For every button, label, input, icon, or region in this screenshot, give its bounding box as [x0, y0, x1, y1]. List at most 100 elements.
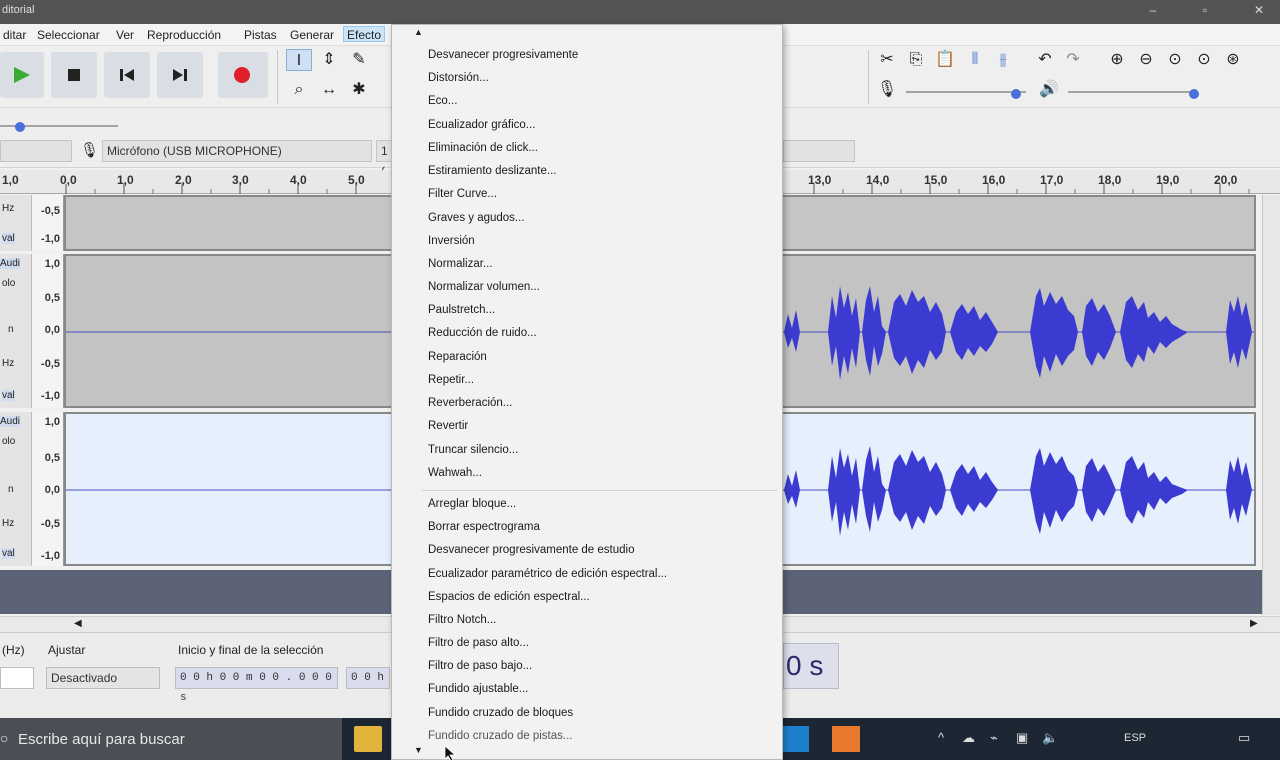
menu-efecto[interactable]: Efecto [343, 26, 386, 42]
menu-item-crossfade-tracks[interactable]: Fundido cruzado de pistas... [428, 730, 572, 742]
track-1-controls[interactable]: Hz val [0, 195, 32, 251]
menu-item-wahwah[interactable]: Wahwah... [428, 467, 482, 479]
selection-tool-icon[interactable]: I [286, 49, 312, 71]
track-3-controls[interactable]: Audi olo n Hz val [0, 412, 32, 566]
menu-item-adjustable-fade[interactable]: Fundido ajustable... [428, 683, 528, 695]
usb-icon[interactable]: ⌁ [990, 730, 998, 746]
search-icon: ○ [0, 730, 9, 746]
project-rate-dropdown[interactable] [0, 667, 34, 689]
envelope-tool-icon[interactable]: ⇕ [316, 49, 342, 71]
menu-item-spectral-delete[interactable]: Borrar espectrograma [428, 521, 540, 533]
selection-end-field[interactable]: 0 0 h [346, 667, 390, 689]
maximize-icon[interactable]: ▫ [1196, 3, 1214, 19]
undo-icon[interactable]: ↶ [1032, 49, 1058, 71]
menu-generar[interactable]: Generar [287, 27, 337, 43]
menu-item-bass-treble[interactable]: Graves y agudos... [428, 212, 525, 224]
zoom-in-icon[interactable]: ⊕ [1104, 49, 1130, 71]
menu-item-sliding-stretch[interactable]: Estiramiento deslizante... [428, 165, 556, 177]
vertical-scrollbar[interactable] [1262, 195, 1280, 615]
notifications-icon[interactable]: ▭ [1238, 730, 1250, 746]
multi-tool-icon[interactable]: ✱ [346, 79, 372, 101]
zoom-out-icon[interactable]: ⊖ [1133, 49, 1159, 71]
menu-item-notch-filter[interactable]: Filtro Notch... [428, 614, 496, 626]
playback-volume-slider[interactable] [1064, 82, 1204, 102]
menu-item-noise-reduction[interactable]: Reducción de ruido... [428, 327, 537, 339]
scroll-down-icon[interactable]: ▼ [414, 745, 423, 755]
menu-item-repeat[interactable]: Repetir... [428, 374, 474, 386]
menu-item-low-pass-filter[interactable]: Filtro de paso bajo... [428, 660, 532, 672]
scroll-left-icon[interactable]: ◀ [74, 618, 82, 629]
scroll-right-icon[interactable]: ▶ [1250, 618, 1258, 629]
menu-item-spectral-edit-shelves[interactable]: Espacios de edición espectral... [428, 591, 590, 603]
cut-icon[interactable]: ✂ [874, 49, 900, 71]
menu-reproduccion[interactable]: Reproducción [144, 27, 224, 43]
volume-icon[interactable]: 🔈 [1042, 730, 1058, 746]
menu-item-crossfade-clips[interactable]: Fundido cruzado de bloques [428, 707, 573, 719]
menu-item-reverse[interactable]: Revertir [428, 420, 468, 432]
network-icon[interactable]: ▣ [1016, 730, 1028, 746]
cloud-icon[interactable]: ☁ [962, 730, 975, 746]
skip-start-button[interactable] [104, 52, 150, 98]
menu-item-truncate-silence[interactable]: Truncar silencio... [428, 444, 518, 456]
menu-item-normalize[interactable]: Normalizar... [428, 258, 493, 270]
menu-item-studio-fade-out[interactable]: Desvanecer progresivamente de estudio [428, 544, 634, 556]
record-volume-slider[interactable] [902, 82, 1032, 102]
file-explorer-icon[interactable] [354, 726, 382, 752]
zoom-tool-icon[interactable]: ⌕ [286, 79, 312, 101]
snap-dropdown[interactable]: Desactivado [46, 667, 160, 689]
menu-item-filter-curve[interactable]: Filter Curve... [428, 188, 497, 200]
track-2-name[interactable]: Audi [0, 258, 21, 269]
timeshift-tool-icon[interactable]: ↔ [316, 79, 342, 101]
app-icon[interactable] [832, 726, 860, 752]
track-2-controls[interactable]: Audi olo n Hz val [0, 254, 32, 408]
redo-icon[interactable]: ↷ [1060, 49, 1086, 71]
menu-item-click-removal[interactable]: Eliminación de click... [428, 142, 538, 154]
menu-pistas[interactable]: Pistas [241, 27, 280, 43]
menu-ver[interactable]: Ver [113, 27, 137, 43]
zoom-toggle-icon[interactable]: ⊛ [1220, 49, 1246, 71]
close-icon[interactable]: ✕ [1250, 3, 1268, 19]
trim-icon[interactable]: ⫴ [962, 49, 988, 71]
host-dropdown[interactable] [0, 140, 72, 162]
menu-item-echo[interactable]: Eco... [428, 95, 457, 107]
microphone-dropdown[interactable]: Micrófono (USB MICROPHONE) [102, 140, 372, 162]
silence-icon[interactable]: ⫵ [990, 49, 1016, 71]
track-3-name[interactable]: Audi [0, 416, 21, 427]
track-3-label: Hz [2, 518, 15, 529]
audio-position-display[interactable]: 0 s [783, 643, 839, 689]
menu-item-graphic-eq[interactable]: Ecualizador gráfico... [428, 119, 535, 131]
menu-item-loudness-normalization[interactable]: Normalizar volumen... [428, 281, 540, 293]
play-button[interactable] [0, 52, 44, 98]
menu-item-distortion[interactable]: Distorsión... [428, 72, 489, 84]
fit-selection-icon[interactable]: ⊙ [1162, 49, 1188, 71]
scroll-up-icon[interactable]: ▲ [414, 27, 423, 37]
skip-end-button[interactable] [157, 52, 203, 98]
menu-item-fade-out[interactable]: Desvanecer progresivamente [428, 49, 578, 61]
stop-icon [68, 69, 80, 81]
menu-item-paulstretch[interactable]: Paulstretch... [428, 304, 495, 316]
menu-editar[interactable]: ditar [0, 27, 29, 43]
playback-speed-slider[interactable] [0, 112, 124, 136]
language-indicator[interactable]: ESP [1124, 732, 1146, 744]
minimize-icon[interactable]: – [1144, 3, 1162, 19]
channels-dropdown[interactable]: 1 ( [376, 140, 392, 178]
menu-seleccionar[interactable]: Seleccionar [34, 27, 103, 43]
output-dropdown[interactable] [783, 140, 855, 162]
menu-item-high-pass-filter[interactable]: Filtro de paso alto... [428, 637, 529, 649]
app-icon[interactable] [783, 726, 809, 752]
menu-item-invert[interactable]: Inversión [428, 235, 475, 247]
draw-tool-icon[interactable]: ✎ [346, 49, 372, 71]
fit-project-icon[interactable]: ⊙ [1191, 49, 1217, 71]
taskbar-search-box[interactable]: ○ Escribe aquí para buscar [0, 718, 342, 760]
paste-icon[interactable]: 📋 [932, 49, 958, 71]
menu-item-block-repair[interactable]: Arreglar bloque... [428, 498, 516, 510]
selection-start-field[interactable]: 0 0 h 0 0 m 0 0 . 0 0 0 s [175, 667, 338, 704]
menu-item-reverb[interactable]: Reverberación... [428, 397, 512, 409]
record-button[interactable] [218, 52, 268, 98]
stop-button[interactable] [51, 52, 97, 98]
tray-chevron-icon[interactable]: ^ [938, 730, 944, 745]
menu-item-repair[interactable]: Reparación [428, 351, 487, 363]
copy-icon[interactable]: ⎘ [903, 49, 929, 71]
menu-item-spectral-edit-eq[interactable]: Ecualizador paramétrico de edición espec… [428, 568, 667, 580]
project-rate-label: (Hz) [2, 643, 25, 657]
